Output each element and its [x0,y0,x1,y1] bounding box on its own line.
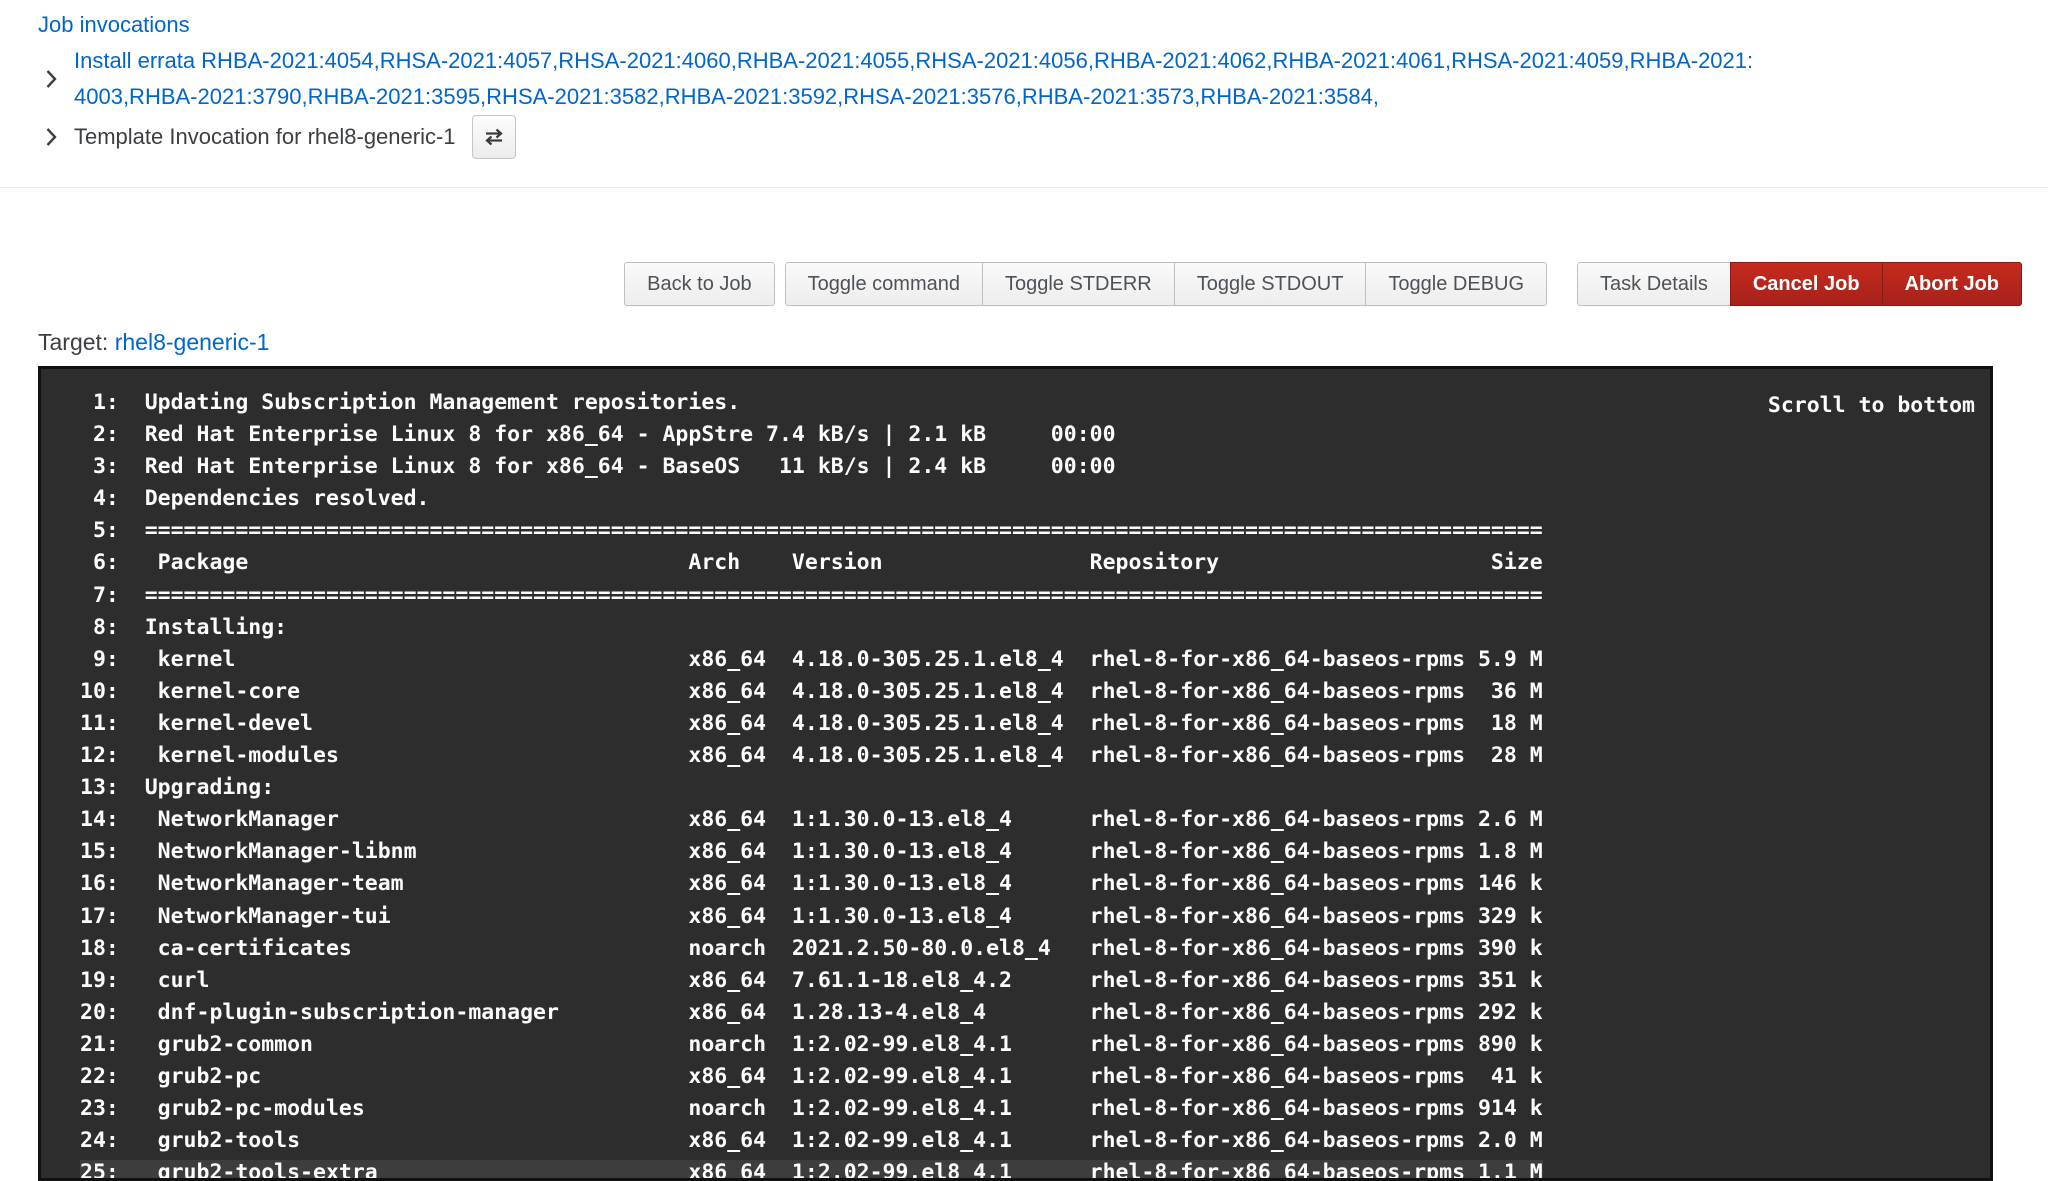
terminal-line: 7: =====================================… [80,580,1990,612]
chevron-right-icon[interactable] [44,68,58,90]
scroll-to-bottom-link[interactable]: Scroll to bottom [1768,390,1975,422]
terminal-line: 6: Package Arch Version Repository Size [80,547,1990,579]
terminal-line: 24: grub2-tools x86_64 1:2.02-99.el8_4.1… [80,1125,1990,1157]
terminal-line: 5: =====================================… [80,515,1990,547]
errata-invocation-row: Install errata RHBA-2021:4054,RHSA-2021:… [38,43,2022,115]
chevron-right-icon[interactable] [44,126,58,148]
terminal-line: 17: NetworkManager-tui x86_64 1:1.30.0-1… [80,901,1990,933]
template-invocation-label: Template Invocation for rhel8-generic-1 [74,124,456,150]
target-line: Target: rhel8-generic-1 [38,327,2048,357]
breadcrumb-job-invocations-link[interactable]: Job invocations [38,12,190,38]
terminal-line: 16: NetworkManager-team x86_64 1:1.30.0-… [80,868,1990,900]
terminal-line: 21: grub2-common noarch 1:2.02-99.el8_4.… [80,1029,1990,1061]
terminal-line: 18: ca-certificates noarch 2021.2.50-80.… [80,933,1990,965]
terminal-line: 11: kernel-devel x86_64 4.18.0-305.25.1.… [80,708,1990,740]
swap-arrows-icon [482,125,506,149]
task-action-button-group: Task Details Cancel Job Abort Job [1577,262,2022,306]
template-invocation-row: Template Invocation for rhel8-generic-1 [38,115,2022,159]
swap-arrows-button[interactable] [472,115,516,159]
section-divider [0,187,2048,188]
terminal-line: 14: NetworkManager x86_64 1:1.30.0-13.el… [80,804,1990,836]
job-toolbar: Back to Job Toggle commandToggle STDERRT… [0,262,2048,306]
target-host-link[interactable]: rhel8-generic-1 [115,329,270,355]
back-to-job-button[interactable]: Back to Job [624,262,775,306]
terminal-line: 23: grub2-pc-modules noarch 1:2.02-99.el… [80,1093,1990,1125]
abort-job-button[interactable]: Abort Job [1882,262,2022,306]
terminal-output: 1: Updating Subscription Management repo… [80,387,1990,1181]
terminal-line: 25: grub2-tools-extra x86_64 1:2.02-99.e… [80,1157,1990,1181]
toggle-debug-button[interactable]: Toggle DEBUG [1365,262,1547,306]
terminal-line: 20: dnf-plugin-subscription-manager x86_… [80,997,1990,1029]
terminal-line: 12: kernel-modules x86_64 4.18.0-305.25.… [80,740,1990,772]
terminal-line: 1: Updating Subscription Management repo… [80,387,1990,419]
toggle-button-group: Toggle commandToggle STDERRToggle STDOUT… [785,262,1547,306]
toggle-stderr-button[interactable]: Toggle STDERR [982,262,1175,306]
terminal-line: 13: Upgrading: [80,772,1990,804]
cancel-job-button[interactable]: Cancel Job [1730,262,1883,306]
terminal-line: 9: kernel x86_64 4.18.0-305.25.1.el8_4 r… [80,644,1990,676]
errata-job-link[interactable]: Install errata RHBA-2021:4054,RHSA-2021:… [74,43,1754,115]
job-output-terminal: Scroll to bottom 1: Updating Subscriptio… [38,366,1993,1181]
terminal-line: 10: kernel-core x86_64 4.18.0-305.25.1.e… [80,676,1990,708]
terminal-line: 8: Installing: [80,612,1990,644]
toggle-stdout-button[interactable]: Toggle STDOUT [1174,262,1367,306]
terminal-line: 15: NetworkManager-libnm x86_64 1:1.30.0… [80,836,1990,868]
terminal-line: 3: Red Hat Enterprise Linux 8 for x86_64… [80,451,1990,483]
terminal-line: 4: Dependencies resolved. [80,483,1990,515]
target-label: Target: [38,329,108,355]
task-details-button[interactable]: Task Details [1577,262,1731,306]
toggle-command-button[interactable]: Toggle command [785,262,983,306]
terminal-line: 19: curl x86_64 7.61.1-18.el8_4.2 rhel-8… [80,965,1990,997]
page-header: Job invocations Install errata RHBA-2021… [0,0,2048,159]
terminal-line: 22: grub2-pc x86_64 1:2.02-99.el8_4.1 rh… [80,1061,1990,1093]
terminal-line: 2: Red Hat Enterprise Linux 8 for x86_64… [80,419,1990,451]
